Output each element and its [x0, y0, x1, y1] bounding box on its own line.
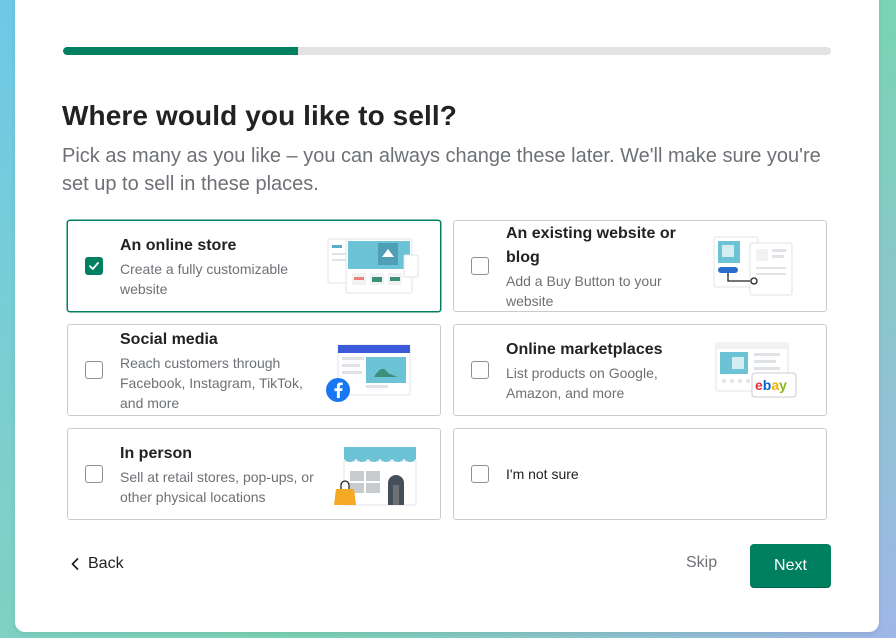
option-description: Add a Buy Button to your website — [506, 272, 662, 309]
option-title: An online store — [120, 236, 237, 254]
option-description: Create a fully customizable website — [120, 260, 289, 297]
checkmark-icon — [89, 262, 99, 270]
option-title: In person — [120, 444, 193, 462]
checkbox-in-person[interactable] — [85, 465, 103, 483]
social-media-illustration-icon — [326, 344, 411, 402]
option-title: I'm not sure — [506, 466, 579, 482]
checkbox-social-media[interactable] — [85, 361, 103, 379]
option-description: Sell at retail stores, pop-ups, or other… — [120, 468, 314, 505]
option-online-marketplaces[interactable]: Online marketplaces List products on Goo… — [453, 324, 827, 416]
storefront-illustration-icon — [334, 447, 417, 506]
option-title: Social media — [120, 330, 218, 348]
option-not-sure[interactable]: I'm not sure — [453, 428, 827, 520]
progress-bar — [63, 47, 831, 55]
checkbox-online-store[interactable] — [85, 257, 103, 275]
marketplace-illustration-icon: ebay — [715, 342, 797, 398]
skip-button[interactable]: Skip — [686, 554, 717, 572]
checkbox-online-marketplaces[interactable] — [471, 361, 489, 379]
page-subtitle: Pick as many as you like – you can alway… — [62, 145, 821, 195]
back-label: Back — [88, 555, 124, 572]
back-button[interactable]: Back — [70, 552, 124, 576]
option-description: Reach customers through Facebook, Instag… — [120, 354, 303, 411]
option-in-person[interactable]: In person Sell at retail stores, pop-ups… — [67, 428, 441, 520]
option-title: Online marketplaces — [506, 340, 663, 358]
onboarding-card: Where would you like to sell? Pick as ma… — [15, 0, 879, 632]
checkbox-not-sure[interactable] — [471, 465, 489, 483]
option-online-store[interactable]: An online store Create a fully customiza… — [67, 220, 441, 312]
checkbox-existing-website[interactable] — [471, 257, 489, 275]
option-description: List products on Google, Amazon, and mor… — [506, 364, 658, 401]
option-existing-website[interactable]: An existing website or blog Add a Buy Bu… — [453, 220, 827, 312]
progress-bar-fill — [63, 47, 298, 55]
option-title: An existing website or blog — [506, 224, 676, 266]
buy-button-illustration-icon — [713, 236, 793, 296]
option-social-media[interactable]: Social media Reach customers through Fac… — [67, 324, 441, 416]
chevron-left-icon — [71, 558, 79, 570]
online-store-illustration-icon — [327, 238, 419, 294]
ebay-logo: ebay — [755, 377, 787, 393]
page-title: Where would you like to sell? — [62, 100, 457, 131]
next-button[interactable]: Next — [750, 544, 831, 588]
